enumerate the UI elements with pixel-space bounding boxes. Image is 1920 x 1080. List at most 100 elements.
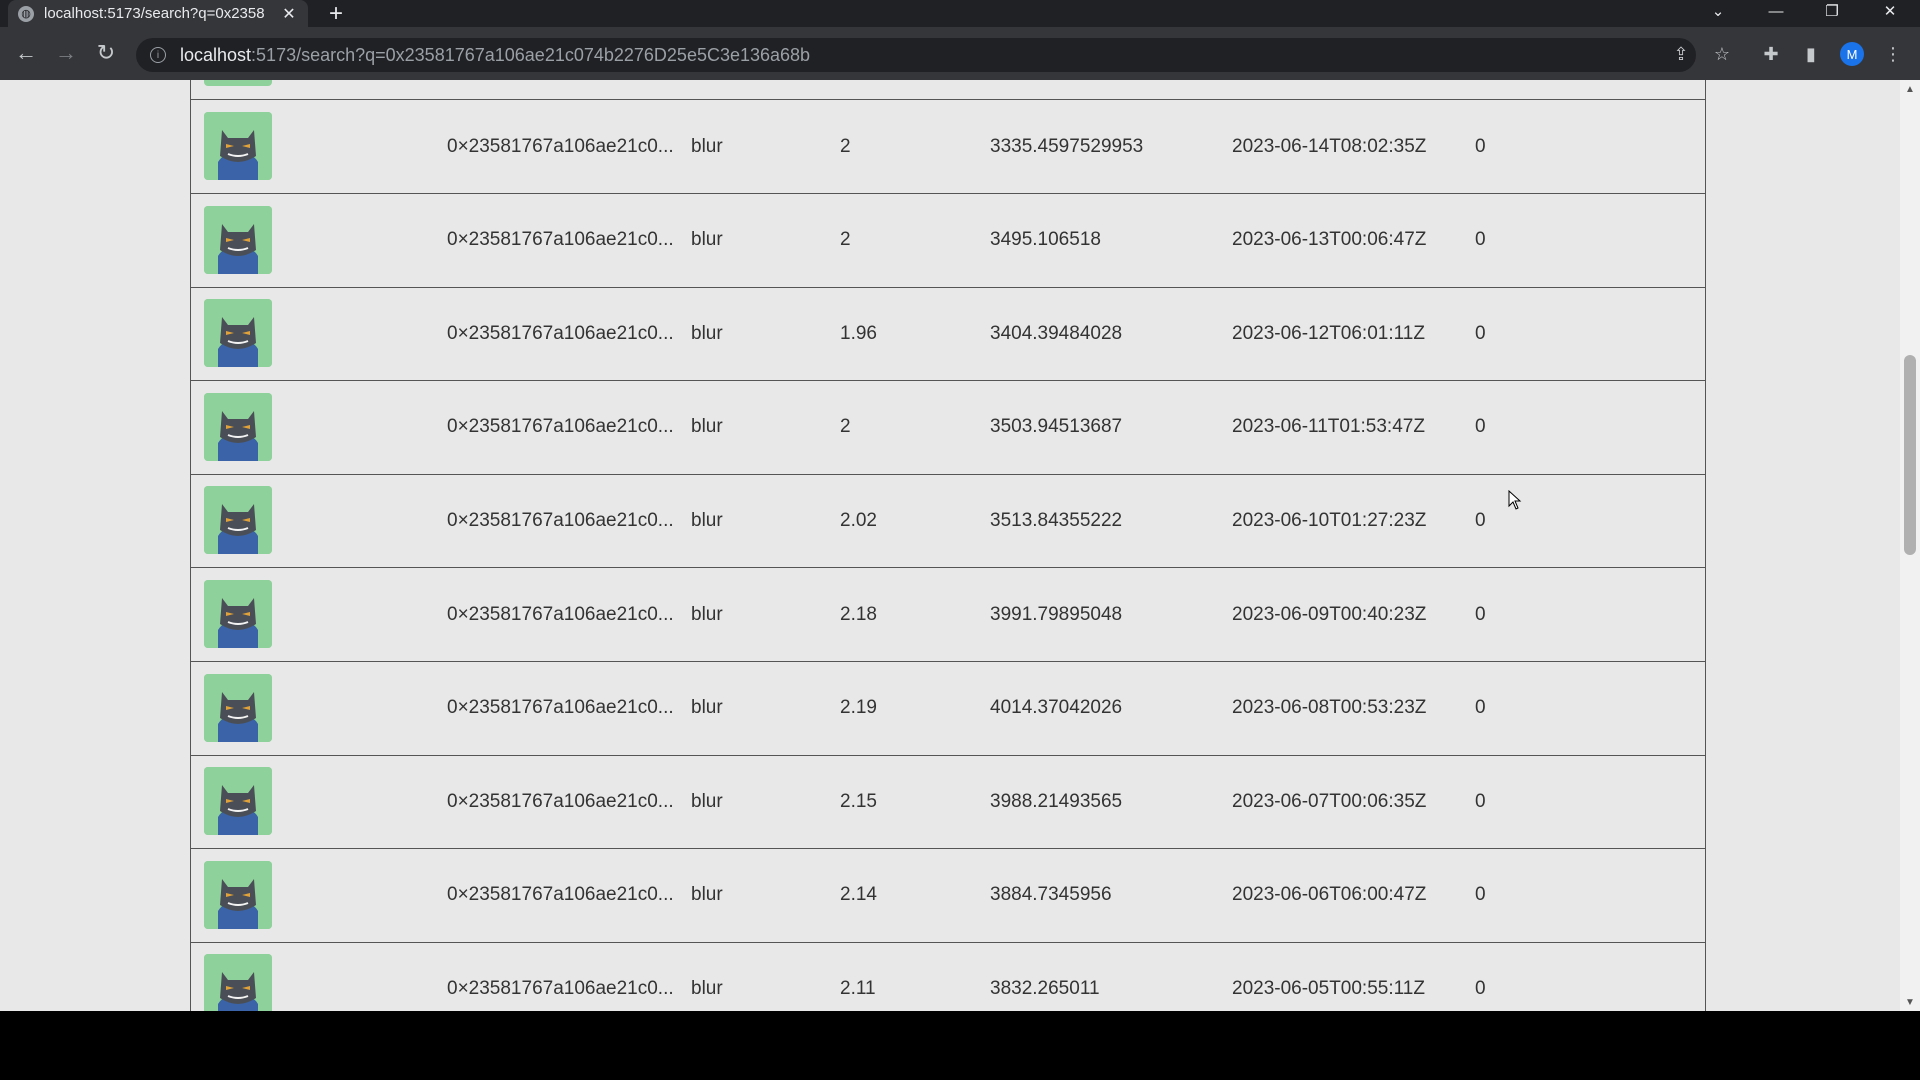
type-cell: blur [691,603,723,625]
table-row[interactable]: 0×23581767a106ae21c0... blur 2.02 3513.8435… [191,474,1705,569]
address-cell: 0×23581767a106ae21c0... [447,697,674,719]
screen-bottom-bar [0,1011,1920,1080]
price-cell: 2.18 [840,603,877,625]
usd-value-cell: 4014.37042026 [990,697,1123,719]
price-cell: 2 [840,416,851,438]
minimize-button[interactable]: — [1756,0,1796,22]
price-cell: 2.11 [840,977,876,999]
url-path: :5173/search?q=0x23581767a106ae21c074b22… [251,44,811,65]
address-cell: 0×23581767a106ae21c0... [447,135,674,157]
menu-icon[interactable]: ⋮ [1880,41,1906,67]
type-cell: blur [691,135,723,157]
usd-value-cell: 3503.94513687 [990,416,1123,438]
reload-button[interactable]: ↻ [90,37,122,69]
nft-avatar [204,112,272,180]
nft-avatar [204,767,272,836]
table-row[interactable]: 0×23581767a106ae21c0... blur 2.15 3988.2149… [191,755,1705,850]
timestamp-cell: 2023-06-10T01:27:23Z [1232,509,1427,531]
table-row[interactable]: 0×23581767a106ae21c0... blur 2 3495.106518 2… [191,194,1705,288]
reload-icon: ↻ [96,40,116,65]
count-cell: 0 [1475,322,1486,344]
price-cell: 2 [840,135,851,157]
tab-strip: ◍ localhost:5173/search?q=0x2358 ✕ + ⌄ —… [0,0,1920,27]
address-cell: 0×23581767a106ae21c0... [447,322,674,344]
price-cell: 2.19 [840,697,877,719]
usd-value-cell: 3988.21493565 [990,790,1123,812]
price-cell: 2.15 [840,790,877,812]
timestamp-cell: 2023-06-13T00:06:47Z [1232,229,1427,251]
browser-window: ◍ localhost:5173/search?q=0x2358 ✕ + ⌄ —… [0,0,1920,1080]
table-row[interactable]: 0×23581767a106ae21c0... blur 2 3335.4597529… [191,100,1705,194]
price-cell: 1.96 [840,322,877,344]
tab-search-icon[interactable]: ⌄ [1698,0,1738,22]
table-row[interactable]: 0×23581767a106ae21c0... blur 2.14 3884.7345… [191,849,1705,943]
count-cell: 0 [1475,790,1486,812]
vertical-scrollbar[interactable]: ▲ ▼ [1900,80,1920,1011]
table-row-partial [191,80,1705,100]
active-tab[interactable]: ◍ localhost:5173/search?q=0x2358 ✕ [8,0,308,27]
address-cell: 0×23581767a106ae21c0... [447,416,674,438]
count-cell: 0 [1475,509,1486,531]
table-row[interactable]: 0×23581767a106ae21c0... blur 2.19 4014.3704… [191,662,1705,756]
usd-value-cell: 3404.39484028 [990,322,1123,344]
new-tab-button[interactable]: + [324,0,348,27]
nft-avatar [204,673,272,742]
count-cell: 0 [1475,416,1486,438]
address-cell: 0×23581767a106ae21c0... [447,229,674,251]
timestamp-cell: 2023-06-06T06:00:47Z [1232,884,1427,906]
timestamp-cell: 2023-06-09T00:40:23Z [1232,603,1427,625]
profile-avatar[interactable]: M [1840,42,1864,66]
timestamp-cell: 2023-06-14T08:02:35Z [1232,135,1427,157]
type-cell: blur [691,509,723,531]
usd-value-cell: 3495.106518 [990,229,1101,251]
tab-title: localhost:5173/search?q=0x2358 [44,5,265,22]
count-cell: 0 [1475,977,1486,999]
browser-toolbar: ← → ↻ i localhost :5173/search?q=0x23581… [0,27,1920,80]
price-cell: 2.02 [840,509,877,531]
scroll-up-icon[interactable]: ▲ [1900,80,1920,98]
price-cell: 2.14 [840,884,877,906]
address-cell: 0×23581767a106ae21c0... [447,790,674,812]
type-cell: blur [691,790,723,812]
scroll-thumb[interactable] [1904,355,1916,555]
close-window-button[interactable]: ✕ [1870,0,1910,22]
page-viewport: 0×23581767a106ae21c0... blur 2 3335.4597529… [0,80,1920,1011]
type-cell: blur [691,322,723,344]
timestamp-cell: 2023-06-11T01:53:47Z [1232,416,1425,438]
count-cell: 0 [1475,884,1486,906]
share-icon[interactable]: ⇪ [1668,41,1694,67]
table-row[interactable]: 0×23581767a106ae21c0... blur 1.96 3404.3948… [191,287,1705,382]
nft-avatar [204,80,272,86]
nft-avatar [204,580,272,648]
nft-avatar [204,392,272,461]
table-row[interactable]: 0×23581767a106ae21c0... blur 2.18 3991.7989… [191,568,1705,662]
count-cell: 0 [1475,135,1486,157]
restore-button[interactable]: ❐ [1812,0,1852,22]
star-icon[interactable]: ☆ [1709,41,1735,67]
side-panel-icon[interactable]: ▮ [1798,41,1824,67]
results-table: 0×23581767a106ae21c0... blur 2 3335.4597529… [190,80,1706,1011]
type-cell: blur [691,697,723,719]
address-bar[interactable]: i localhost :5173/search?q=0x23581767a10… [136,38,1696,72]
usd-value-cell: 3832.265011 [990,977,1100,999]
table-row[interactable]: 0×23581767a106ae21c0... blur 2.11 3832.2650… [191,942,1705,1011]
usd-value-cell: 3991.79895048 [990,603,1123,625]
usd-value-cell: 3513.84355222 [990,509,1123,531]
usd-value-cell: 3335.4597529953 [990,135,1144,157]
nft-avatar [204,860,272,929]
info-icon[interactable]: i [150,47,166,63]
type-cell: blur [691,229,723,251]
count-cell: 0 [1475,603,1486,625]
scroll-down-icon[interactable]: ▼ [1900,993,1920,1011]
timestamp-cell: 2023-06-08T00:53:23Z [1232,697,1427,719]
table-row[interactable]: 0×23581767a106ae21c0... blur 2 3503.9451368… [191,381,1705,475]
count-cell: 0 [1475,229,1486,251]
nft-avatar [204,954,272,1011]
mouse-cursor-icon [1508,490,1522,510]
back-button[interactable]: ← [10,37,42,69]
address-cell: 0×23581767a106ae21c0... [447,603,674,625]
forward-button[interactable]: → [50,37,82,69]
puzzle-icon[interactable]: ✚ [1758,41,1784,67]
close-icon[interactable]: ✕ [280,5,298,23]
address-cell: 0×23581767a106ae21c0... [447,884,674,906]
